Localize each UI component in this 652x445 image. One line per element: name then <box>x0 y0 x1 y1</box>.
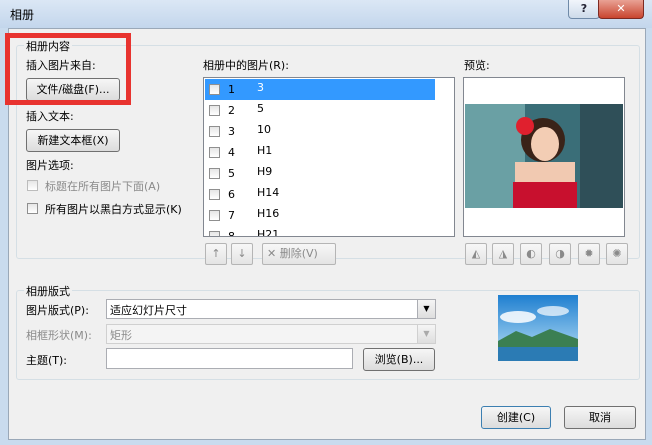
pictures-listbox[interactable]: 1 3 2 5 3 10 4 H1 5 H9 6 H14 7 H16 8 H21… <box>203 77 455 237</box>
close-button[interactable]: ✕ <box>598 0 644 19</box>
rotate-left-icon: ◭ <box>471 247 481 260</box>
rotate-right-button[interactable]: ◮ <box>492 243 514 265</box>
rotate-right-icon: ◮ <box>498 247 508 260</box>
move-up-button[interactable]: ↑ <box>205 243 227 265</box>
list-item-checkbox[interactable] <box>209 84 220 95</box>
list-item-name: H21 <box>257 228 280 237</box>
brightness-down-icon: ✺ <box>612 247 622 260</box>
contrast-down-icon: ◑ <box>555 247 565 260</box>
list-item-name: 5 <box>257 102 264 115</box>
list-item-checkbox[interactable] <box>209 168 220 179</box>
decrease-brightness-button[interactable]: ✺ <box>606 243 628 265</box>
album-layout-label: 相册版式 <box>24 283 72 299</box>
cancel-button[interactable]: 取消 <box>564 406 636 429</box>
create-button[interactable]: 创建(C) <box>481 406 551 429</box>
list-item-checkbox[interactable] <box>209 231 220 236</box>
move-down-button[interactable]: ↓ <box>231 243 253 265</box>
list-item[interactable]: 5 H9 <box>205 163 435 184</box>
list-item-name: H9 <box>257 165 273 178</box>
preview-photo-image <box>465 104 623 208</box>
chevron-down-icon[interactable]: ▼ <box>417 325 435 343</box>
theme-input[interactable] <box>106 348 353 369</box>
picture-layout-select[interactable]: 适应幻灯片尺寸 ▼ <box>106 299 436 319</box>
increase-contrast-button[interactable]: ◐ <box>520 243 542 265</box>
list-item[interactable]: 2 5 <box>205 100 435 121</box>
preview-label: 预览: <box>464 59 490 72</box>
list-item-number: 4 <box>228 146 235 159</box>
layout-preview-image <box>498 295 578 361</box>
decrease-contrast-button[interactable]: ◑ <box>549 243 571 265</box>
picture-layout-label: 图片版式(P): <box>26 304 89 317</box>
theme-label: 主题(T): <box>26 354 68 367</box>
new-textbox-button[interactable]: 新建文本框(X) <box>26 129 120 152</box>
black-white-checkbox[interactable] <box>27 203 38 214</box>
preview-panel <box>463 77 625 237</box>
increase-brightness-button[interactable]: ✹ <box>578 243 600 265</box>
delete-x-icon: ✕ <box>267 247 277 260</box>
list-item[interactable]: 1 3 <box>205 79 435 100</box>
contrast-up-icon: ◐ <box>526 247 536 260</box>
list-item[interactable]: 7 H16 <box>205 205 435 226</box>
list-item-name: H14 <box>257 186 280 199</box>
delete-button-label: 删除(V) <box>279 247 318 260</box>
window-title: 相册 <box>10 8 35 22</box>
list-item-checkbox[interactable] <box>209 105 220 116</box>
list-item-name: 10 <box>257 123 271 136</box>
list-item-checkbox[interactable] <box>209 147 220 158</box>
list-item[interactable]: 4 H1 <box>205 142 435 163</box>
frame-shape-label: 相框形状(M): <box>26 329 92 342</box>
black-white-label: 所有图片以黑白方式显示(K) <box>45 203 182 216</box>
down-arrow-icon: ↓ <box>237 247 247 260</box>
delete-button[interactable]: ✕ 删除(V) <box>262 243 336 265</box>
frame-shape-select[interactable]: 矩形 ▼ <box>106 324 436 344</box>
up-arrow-icon: ↑ <box>211 247 221 260</box>
list-item-name: H16 <box>257 207 280 220</box>
title-bar: 相册 ? ✕ <box>0 0 652 28</box>
insert-text-label: 插入文本: <box>26 110 74 123</box>
pictures-list-label: 相册中的图片(R): <box>203 59 289 72</box>
rotate-left-button[interactable]: ◭ <box>465 243 487 265</box>
list-item-number: 2 <box>228 104 235 117</box>
brightness-up-icon: ✹ <box>584 247 594 260</box>
list-item[interactable]: 6 H14 <box>205 184 435 205</box>
list-item-number: 5 <box>228 167 235 180</box>
list-item-number: 7 <box>228 209 235 222</box>
picture-layout-value: 适应幻灯片尺寸 <box>110 304 187 317</box>
list-item-name: 3 <box>257 81 264 94</box>
frame-shape-value: 矩形 <box>110 329 132 342</box>
list-item[interactable]: 3 10 <box>205 121 435 142</box>
browse-button[interactable]: 浏览(B)... <box>363 348 435 371</box>
list-item-checkbox[interactable] <box>209 126 220 137</box>
list-item-number: 1 <box>228 83 235 96</box>
highlight-annotation-box <box>5 33 131 105</box>
list-item[interactable]: 8 H21 <box>205 226 435 237</box>
list-item-number: 8 <box>228 230 235 237</box>
list-item-name: H1 <box>257 144 273 157</box>
caption-below-checkbox[interactable] <box>27 180 38 191</box>
list-item-number: 6 <box>228 188 235 201</box>
list-item-number: 3 <box>228 125 235 138</box>
help-button[interactable]: ? <box>568 0 600 19</box>
list-item-checkbox[interactable] <box>209 189 220 200</box>
list-item-checkbox[interactable] <box>209 210 220 221</box>
picture-options-label: 图片选项: <box>26 159 74 172</box>
caption-below-label: 标题在所有图片下面(A) <box>45 180 161 193</box>
chevron-down-icon[interactable]: ▼ <box>417 300 435 318</box>
